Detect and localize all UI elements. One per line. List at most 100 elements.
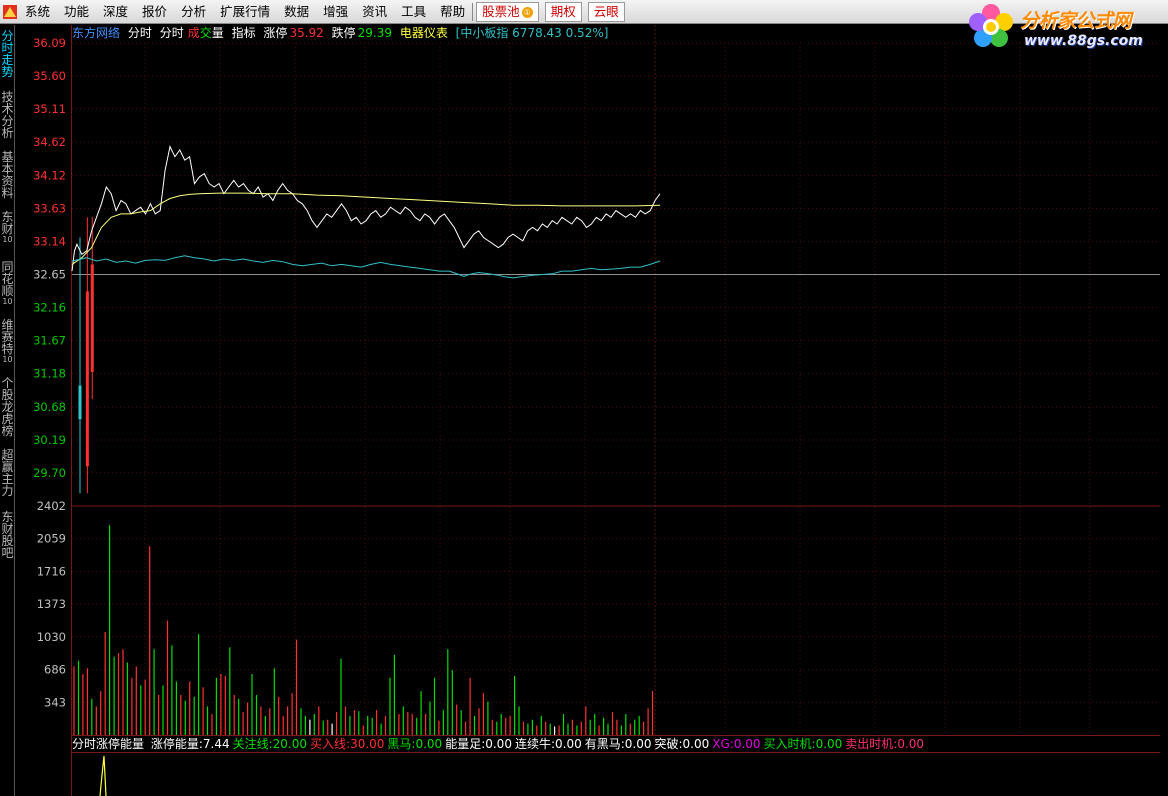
header-volume-label[interactable]: 成交量	[188, 26, 224, 40]
menu-item-3[interactable]: 报价	[135, 0, 174, 24]
menu-item-7[interactable]: 增强	[316, 0, 355, 24]
side-tab-4[interactable]: 同花顺 10	[0, 261, 15, 306]
menu-item-10[interactable]: 帮助	[433, 0, 472, 24]
side-tab-sub: 10	[2, 235, 13, 244]
volume-tick-label: 343	[44, 695, 66, 709]
side-tabs: 分时走势 技术分析 基本资料 东财 10 同花顺 10 维赛特 10 个股龙虎榜 超赢主力 东财股吧	[0, 25, 15, 796]
indicator-item-value: 30.00	[350, 737, 385, 751]
indicator-item-label: 有黑马:	[584, 737, 625, 751]
price-tick-label: 35.60	[33, 69, 66, 83]
price-tick-label: 33.14	[33, 235, 66, 249]
indicator-item-value: 20.00	[272, 737, 308, 751]
indicator-item-value: 0.00	[682, 737, 710, 751]
indicator-item-label: 涨停能量:	[150, 737, 203, 751]
indicator-item-8: XG:0.00	[712, 737, 760, 751]
header-vol-c: 量	[211, 26, 224, 40]
header-vol-a: 成	[187, 26, 200, 40]
price-y-axis: 36.09 35.60 35.11 34.62 34.12 33.63 33.14 32.65…	[33, 36, 66, 480]
side-tab-label: 技术分析	[1, 90, 14, 140]
side-tab-8[interactable]: 东财股吧	[0, 511, 15, 559]
header-tab-1[interactable]: 分时	[128, 26, 152, 40]
indicator-item-2: 买入线:30.00	[310, 737, 384, 751]
side-tab-3[interactable]: 东财 10	[0, 211, 15, 244]
indicator-item-value: 7.44	[202, 737, 230, 751]
menu-item-0[interactable]: 系统	[18, 0, 57, 24]
header-source[interactable]: 东方网络	[72, 26, 120, 40]
indicator-item-value: 0.00	[485, 737, 512, 751]
price-tick-label: 29.70	[33, 466, 66, 480]
indicator-item-value: 0.00	[415, 737, 443, 751]
limit-up-value: 35.92	[289, 26, 324, 40]
side-tab-label: 基本资料	[1, 150, 14, 200]
volume-tick-label: 1030	[37, 630, 66, 644]
side-tab-label: 东财	[1, 210, 14, 236]
menu-item-5[interactable]: 扩展行情	[213, 0, 277, 24]
indicator-bar: 分时涨停能量 涨停能量:7.44 关注线:20.00 买入线:30.00 黑马:0.0…	[72, 736, 927, 752]
chart-grid	[71, 25, 1160, 796]
indicator-item-label: 买入时机:	[763, 737, 816, 751]
indicator-item-label: 买入线:	[310, 737, 351, 751]
indicator-chart[interactable]	[99, 755, 107, 796]
side-tab-1[interactable]: 技术分析	[0, 91, 15, 139]
stock-pool-label: 股票池	[482, 4, 520, 19]
indicator-item-label: 能量足:	[445, 737, 486, 751]
price-chart[interactable]	[71, 145, 661, 494]
series-line-price	[71, 145, 661, 272]
limit-down-value: 29.39	[357, 26, 392, 40]
side-tab-6[interactable]: 个股龙虎榜	[0, 377, 15, 437]
header-tab-2[interactable]: 分时	[160, 26, 184, 40]
indicator-item-0: 涨停能量:7.44	[151, 737, 230, 751]
menu-item-6[interactable]: 数据	[277, 0, 316, 24]
indicator-item-6: 有黑马:0.00	[585, 737, 652, 751]
menu-item-2[interactable]: 深度	[96, 0, 135, 24]
indicator-line	[99, 755, 107, 796]
options-button[interactable]: 期权	[544, 2, 582, 22]
indicator-item-4: 能量足:0.00	[445, 737, 512, 751]
volume-chart[interactable]	[73, 525, 654, 735]
indicator-item-label: XG:	[712, 737, 734, 751]
price-tick-label: 32.16	[33, 300, 66, 314]
brand-logo: 分析家公式网 www.88gs.com	[962, 0, 1168, 56]
side-tab-label: 个股龙虎榜	[1, 376, 14, 438]
side-tab-0[interactable]: 分时走势	[0, 30, 15, 78]
cloud-eye-button[interactable]: 云眼	[587, 2, 625, 22]
side-tab-label: 维赛特	[1, 318, 14, 356]
price-tick-label: 31.67	[33, 333, 66, 347]
indicator-name[interactable]: 分时涨停能量	[72, 737, 144, 751]
chart-canvas: 36.09 35.60 35.11 34.62 34.12 33.63 33.14 32.65…	[33, 25, 1160, 796]
indicator-items: 涨停能量:7.44 关注线:20.00 买入线:30.00 黑马:0.00 能量足:0.…	[151, 737, 927, 751]
side-tab-5[interactable]: 维赛特 10	[0, 319, 15, 364]
menu-item-8[interactable]: 资讯	[355, 0, 394, 24]
indicator-item-value: 0.00	[555, 737, 582, 751]
side-tab-7[interactable]: 超赢主力	[0, 449, 15, 497]
indicator-item-7: 突破:0.00	[654, 737, 709, 751]
volume-tick-label: 1716	[37, 564, 66, 578]
side-tab-sub: 10	[2, 355, 13, 364]
app-logo-icon[interactable]	[2, 4, 18, 20]
stock-pool-button[interactable]: 股票池 ①	[476, 2, 539, 22]
price-tick-label: 30.19	[33, 433, 66, 447]
menu-items: 系统 功能 深度 报价 分析 扩展行情 数据 增强 资讯 工具 帮助 股票池 ① 期权 云眼	[18, 0, 628, 24]
price-tick-label: 33.63	[33, 202, 66, 216]
side-tab-2[interactable]: 基本资料	[0, 151, 15, 199]
sector-label[interactable]: 电器仪表	[400, 26, 448, 40]
candle-body	[78, 385, 82, 420]
indicator-item-label: 突破:	[654, 737, 683, 751]
price-tick-label: 34.62	[33, 135, 66, 149]
stock-pool-badge-icon: ①	[521, 7, 533, 18]
menu-item-4[interactable]: 分析	[174, 0, 213, 24]
header-indicator[interactable]: 指标	[232, 26, 256, 40]
volume-tick-label: 2059	[37, 532, 66, 546]
indicator-item-value: 0.00	[897, 737, 925, 751]
menu-separator	[472, 3, 474, 21]
menu-item-9[interactable]: 工具	[394, 0, 433, 24]
menu-item-1[interactable]: 功能	[57, 0, 96, 24]
indicator-item-10: 卖出时机:0.00	[845, 737, 924, 751]
indicator-item-9: 买入时机:0.00	[764, 737, 843, 751]
limit-down-label: 跌停	[331, 26, 356, 40]
volume-tick-label: 2402	[37, 499, 66, 513]
brand-name: 分析家公式网	[1020, 10, 1132, 32]
indicator-item-value: 0.00	[624, 737, 652, 751]
series-line-avg	[71, 192, 661, 265]
side-tab-label: 同花顺	[1, 260, 14, 298]
